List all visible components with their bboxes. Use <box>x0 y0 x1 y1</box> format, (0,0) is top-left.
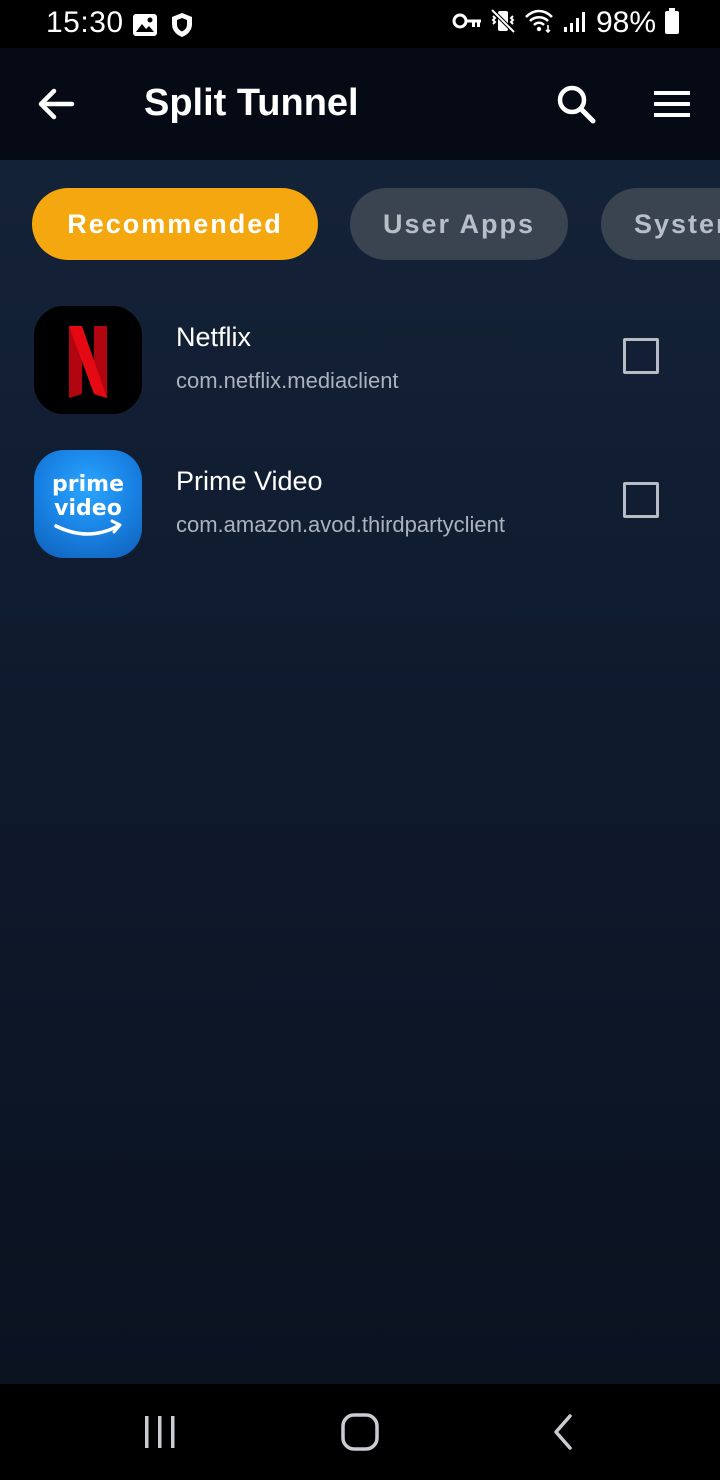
status-left-icons <box>132 12 194 43</box>
recent-apps-icon <box>145 1416 175 1448</box>
page-title: Split Tunnel <box>144 82 359 124</box>
home-icon <box>341 1413 379 1451</box>
netflix-checkbox[interactable] <box>623 338 659 374</box>
wifi-icon <box>524 8 554 39</box>
recent-apps-button[interactable] <box>140 1412 180 1457</box>
menu-button[interactable] <box>650 84 694 124</box>
prime-video-checkbox[interactable] <box>623 482 659 518</box>
netflix-icon <box>34 306 142 414</box>
shield-icon <box>170 12 194 43</box>
status-right-icons: 98% <box>452 6 680 40</box>
home-button[interactable] <box>340 1412 380 1457</box>
search-button[interactable] <box>554 82 598 126</box>
arrow-left-icon <box>38 88 75 120</box>
signal-icon <box>562 9 588 38</box>
list-item-prime-video[interactable]: prime video Prime Video com.amazon.avod.… <box>0 444 720 564</box>
key-icon <box>452 11 482 36</box>
prime-video-icon: prime video <box>34 450 142 558</box>
hamburger-menu-icon <box>654 91 690 117</box>
tab-recommended[interactable]: Recommended <box>32 188 318 260</box>
app-bar: Split Tunnel <box>0 48 720 160</box>
tab-strip[interactable]: Recommended User Apps System Apps <box>0 188 720 260</box>
status-bar: 15:30 98% <box>0 0 720 48</box>
tab-system-apps[interactable]: System Apps <box>601 188 720 260</box>
nav-back-button[interactable] <box>544 1412 584 1457</box>
search-icon <box>557 85 596 124</box>
status-time: 15:30 <box>46 6 124 39</box>
smile-arrow-icon <box>54 519 122 536</box>
system-nav-bar <box>0 1384 720 1480</box>
content-area: Recommended User Apps System Apps Netfli… <box>0 160 720 1384</box>
image-icon <box>132 13 158 42</box>
back-icon <box>554 1414 572 1450</box>
battery-percent: 98% <box>595 6 656 39</box>
app-package: com.netflix.mediaclient <box>176 368 399 393</box>
tab-user-apps[interactable]: User Apps <box>350 188 568 260</box>
app-name: Netflix <box>176 322 252 352</box>
app-name: Prime Video <box>176 466 323 496</box>
app-package: com.amazon.avod.thirdpartyclient <box>176 512 505 537</box>
battery-icon <box>664 7 680 40</box>
list-item-netflix[interactable]: Netflix com.netflix.mediaclient <box>0 300 720 420</box>
vibrate-icon <box>490 8 516 39</box>
back-button[interactable] <box>34 82 78 126</box>
